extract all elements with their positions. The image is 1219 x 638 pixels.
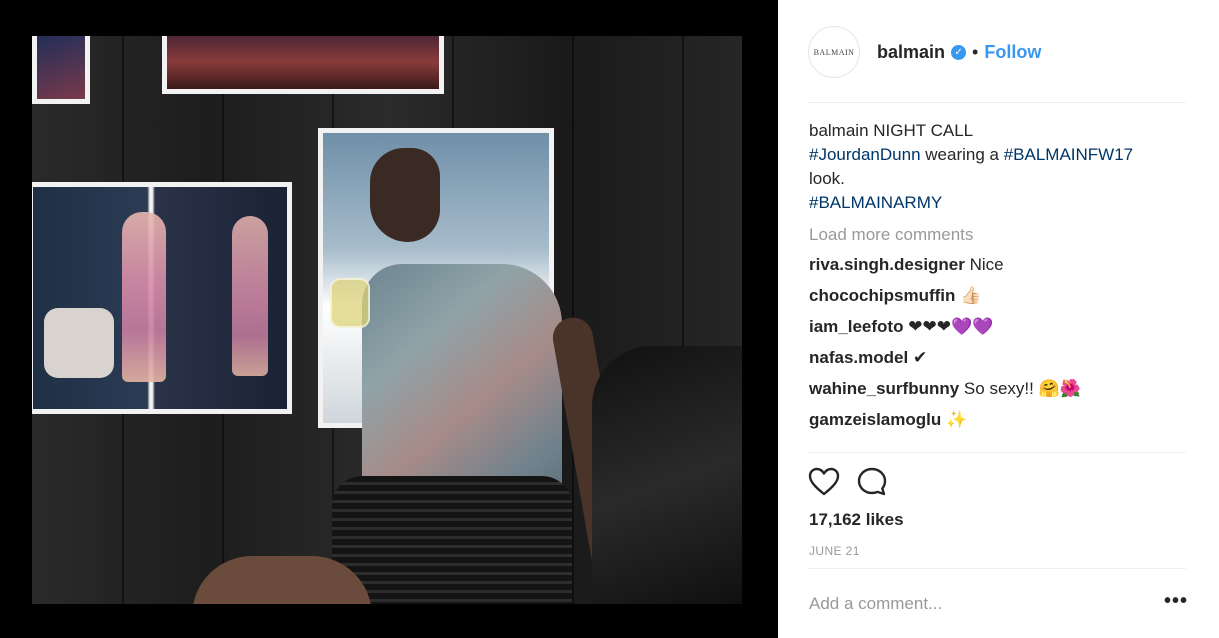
comment-text: Nice — [969, 255, 1004, 274]
comment-item: wahine_surfbunny So sexy!! 🤗🌺 — [809, 377, 1189, 401]
comment-item: riva.singh.designer Nice — [809, 253, 1189, 277]
comment-username[interactable]: riva.singh.designer — [809, 255, 965, 274]
heart-icon[interactable] — [808, 467, 840, 502]
post-actions — [808, 466, 888, 503]
figure-right — [232, 216, 268, 376]
woman-head — [370, 148, 440, 242]
hashtag-link[interactable]: #BALMAINARMY — [809, 193, 942, 212]
comment-username[interactable]: wahine_surfbunny — [809, 379, 959, 398]
caption-text: wearing a — [920, 145, 1004, 164]
woman-skirt — [332, 476, 572, 604]
figure-left — [122, 212, 166, 382]
comment-text: 👍🏻 — [960, 286, 982, 305]
post-sidebar: BALMAIN balmain ✓ • Follow balmain NIGHT… — [778, 0, 1219, 638]
comment-text: ✔ — [912, 348, 928, 367]
hashtag-link[interactable]: #BALMAINFW17 — [1004, 145, 1133, 164]
comment-item: gamzeislamoglu ✨ — [809, 408, 1189, 432]
caption-text: look. — [809, 169, 845, 188]
account-username[interactable]: balmain — [877, 42, 945, 63]
post-caption: balmain NIGHT CALL #JourdanDunn wearing … — [809, 119, 1189, 215]
comment-item: iam_leefoto ❤❤❤💜💜 — [809, 315, 1189, 339]
comments-divider — [808, 452, 1186, 453]
post-photo[interactable] — [32, 36, 742, 604]
caption-username[interactable]: balmain — [809, 121, 869, 140]
speech-bubble-icon[interactable] — [856, 466, 888, 503]
footer-divider — [808, 568, 1186, 569]
post-media — [0, 0, 778, 638]
post-header: BALMAIN balmain ✓ • Follow — [808, 24, 1186, 80]
post-date[interactable]: JUNE 21 — [809, 544, 860, 558]
caption-text: NIGHT CALL — [873, 121, 974, 140]
add-comment-input[interactable]: Add a comment... — [809, 594, 942, 614]
load-more-comments-button[interactable]: Load more comments — [809, 223, 1189, 247]
comment-username[interactable]: iam_leefoto — [809, 317, 903, 336]
comments-section: balmain NIGHT CALL #JourdanDunn wearing … — [809, 119, 1189, 452]
avatar[interactable]: BALMAIN — [808, 26, 860, 78]
follow-button[interactable]: Follow — [984, 42, 1041, 63]
comment-text: So sexy!! 🤗🌺 — [963, 379, 1081, 398]
chair — [44, 308, 114, 378]
comment-text: ✨ — [946, 410, 968, 429]
hashtag-link[interactable]: #JourdanDunn — [809, 145, 921, 164]
verified-badge-icon: ✓ — [951, 44, 967, 60]
wall-photo — [162, 36, 444, 94]
comment-text: ❤❤❤💜💜 — [908, 317, 994, 336]
wall-photo — [32, 36, 90, 104]
comment-username[interactable]: gamzeislamoglu — [809, 410, 941, 429]
ellipsis-icon[interactable]: ••• — [1164, 590, 1188, 613]
separator-dot: • — [972, 41, 979, 62]
comment-username[interactable]: chocochipsmuffin — [809, 286, 955, 305]
comment-item: nafas.model ✔ — [809, 346, 1189, 370]
header-divider — [808, 102, 1186, 103]
drink-glass — [330, 278, 370, 328]
leather-jacket — [592, 346, 742, 604]
likes-count[interactable]: 17,162 likes — [809, 510, 904, 530]
comment-username[interactable]: nafas.model — [809, 348, 908, 367]
comment-item: chocochipsmuffin 👍🏻 — [809, 284, 1189, 308]
